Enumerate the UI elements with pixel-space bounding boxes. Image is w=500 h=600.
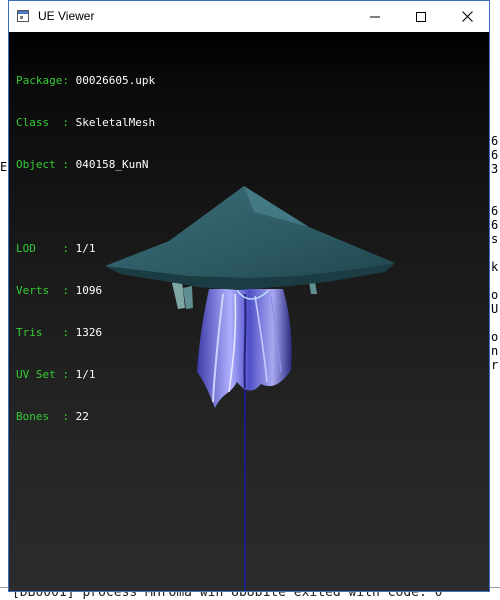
background-console-right-char: U	[491, 302, 499, 316]
hair-strand-5	[243, 293, 247, 389]
background-console-left-char: E	[0, 160, 8, 174]
background-console-right-char: 6	[491, 204, 499, 218]
desktop: E 66366skoUonr [DB0001] process MHroma w…	[0, 0, 500, 600]
background-console-right-char: o	[491, 288, 499, 302]
ribbon-left	[172, 281, 185, 309]
background-console-right-char: 6	[491, 148, 499, 162]
background-console-right-char: k	[491, 260, 499, 274]
maximize-icon	[416, 11, 426, 22]
mesh-render[interactable]	[9, 32, 489, 591]
ue-viewer-window[interactable]: UE Viewer Package: 00026605.upk Class: …	[8, 0, 490, 592]
background-console-right-char: n	[491, 344, 499, 358]
close-icon	[461, 11, 473, 22]
minimize-icon	[370, 16, 380, 17]
background-console-right-char: 6	[491, 134, 499, 148]
background-console-right-char: 6	[491, 218, 499, 232]
title-bar[interactable]: UE Viewer	[9, 1, 489, 32]
close-button[interactable]	[444, 1, 490, 32]
3d-viewport[interactable]: Package: 00026605.upk Class : SkeletalMe…	[9, 32, 489, 591]
background-console-right-char: 3	[491, 162, 499, 176]
minimize-button[interactable]	[352, 1, 398, 32]
window-title: UE Viewer	[38, 9, 95, 23]
background-console-right-char: s	[491, 232, 499, 246]
background-console-right-char: o	[491, 330, 499, 344]
background-console-right-char: r	[491, 358, 499, 372]
maximize-button[interactable]	[398, 1, 444, 32]
app-icon	[17, 10, 29, 22]
